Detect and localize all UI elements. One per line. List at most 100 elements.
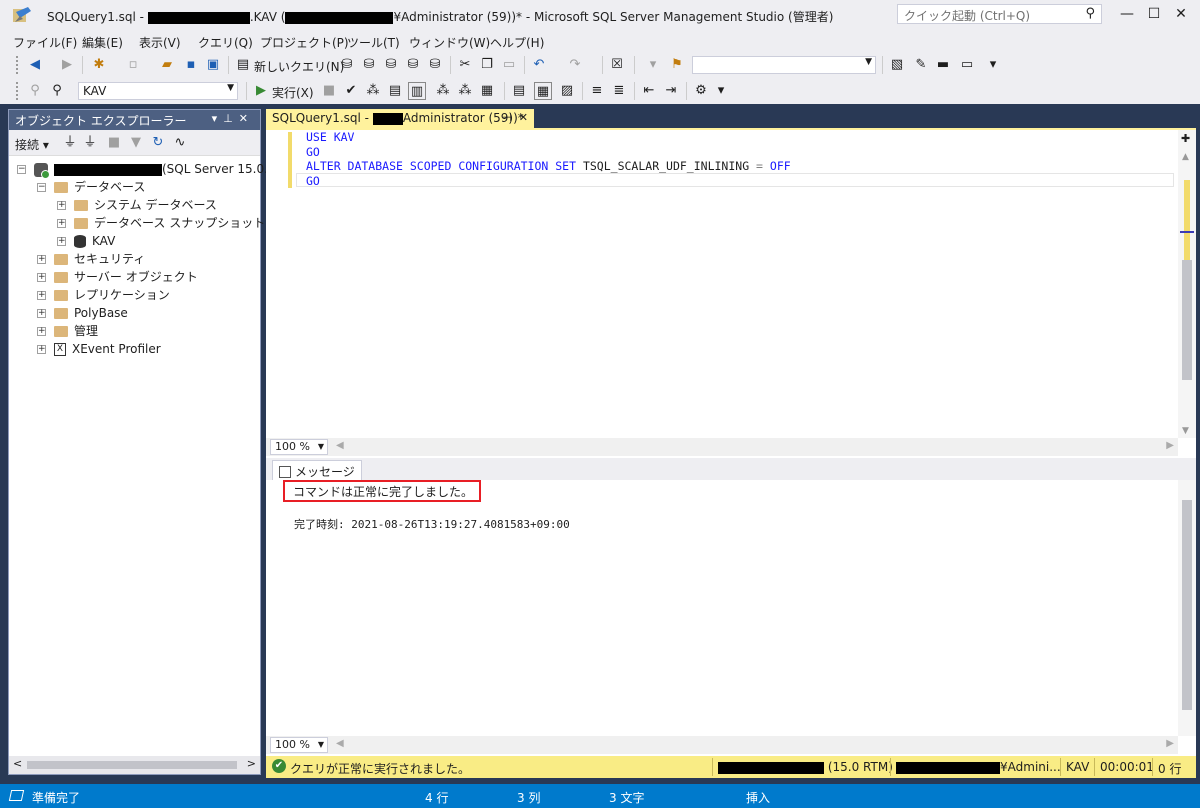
menu-view[interactable]: 表示(V) bbox=[139, 34, 181, 51]
menu-window[interactable]: ウィンドウ(W) bbox=[409, 34, 490, 51]
expand-icon[interactable]: + bbox=[57, 219, 66, 228]
open-file-icon[interactable]: ▰ bbox=[158, 56, 176, 74]
menu-project[interactable]: プロジェクト(P) bbox=[260, 34, 349, 51]
results-zoom-combo[interactable]: 100 % ▼ bbox=[270, 737, 328, 753]
stop-icon[interactable]: ■ bbox=[105, 134, 123, 152]
scroll-thumb[interactable] bbox=[1182, 260, 1192, 380]
scroll-left-icon[interactable]: ◀ bbox=[336, 738, 344, 749]
command-window-icon[interactable]: ▭ bbox=[958, 56, 976, 74]
tree-node-system-databases[interactable]: + システム データベース bbox=[57, 196, 217, 214]
menu-file[interactable]: ファイル(F) bbox=[13, 34, 77, 51]
results-to-file-icon[interactable]: ▨ bbox=[558, 82, 576, 100]
save-icon[interactable]: ▪ bbox=[182, 56, 200, 74]
tree-node-polybase[interactable]: + PolyBase bbox=[37, 304, 128, 322]
refresh-icon[interactable]: ↻ bbox=[149, 134, 167, 152]
filter-icon[interactable]: ▼ bbox=[127, 134, 145, 152]
tab-messages[interactable]: メッセージ bbox=[272, 460, 362, 480]
disconnect-icon[interactable]: ⏚ bbox=[81, 134, 99, 152]
tree-node-databases[interactable]: − データベース bbox=[37, 178, 145, 196]
menu-tools[interactable]: ツール(T) bbox=[347, 34, 400, 51]
connect-dropdown-button[interactable]: 接続 ▾ bbox=[15, 136, 49, 153]
tree-node-db-kav[interactable]: + KAV bbox=[57, 232, 115, 250]
expand-icon[interactable]: + bbox=[37, 255, 46, 264]
save-all-icon[interactable]: ▣ bbox=[204, 56, 222, 74]
scroll-left-icon[interactable]: ◀ bbox=[336, 440, 344, 451]
toolbar-grip[interactable] bbox=[16, 82, 20, 100]
close-button[interactable]: ✕ bbox=[1166, 4, 1196, 24]
pin-icon[interactable]: ⊣ bbox=[502, 111, 512, 124]
results-to-text-icon[interactable]: ▤ bbox=[510, 82, 528, 100]
maximize-button[interactable]: ☐ bbox=[1139, 4, 1169, 24]
new-project-icon[interactable]: ✱ bbox=[90, 56, 108, 74]
sql-code[interactable]: USE KAV GO ALTER DATABASE SCOPED CONFIGU… bbox=[306, 130, 791, 188]
scroll-left-icon[interactable]: < bbox=[13, 757, 22, 770]
find-icon[interactable]: ⚑ bbox=[668, 56, 686, 74]
scroll-right-icon[interactable]: ▶ bbox=[1166, 440, 1174, 451]
find-combo[interactable]: ▼ bbox=[692, 56, 876, 74]
scroll-up-icon[interactable]: ▲ bbox=[1182, 152, 1189, 162]
available-databases-combo[interactable]: KAV ▼ bbox=[78, 82, 238, 100]
sql-editor[interactable]: USE KAV GO ALTER DATABASE SCOPED CONFIGU… bbox=[266, 130, 1196, 438]
collapse-icon[interactable]: − bbox=[17, 165, 26, 174]
new-query-button[interactable]: 新しいクエリ(N) bbox=[254, 58, 344, 75]
mdx-query-icon[interactable]: ⛁ bbox=[360, 56, 378, 74]
new-query-icon[interactable]: ▤ bbox=[234, 56, 252, 74]
new-file-icon[interactable]: ▫ bbox=[124, 56, 142, 74]
tab-sqlquery1[interactable]: SQLQuery1.sql - Administrator (59))* ⊣ ✕ bbox=[266, 109, 534, 128]
comment-icon[interactable]: ≡ bbox=[588, 82, 606, 100]
paste-icon[interactable]: ▭ bbox=[500, 56, 518, 74]
toolbar-overflow-icon[interactable]: ▾ bbox=[984, 56, 1002, 74]
toolbar-overflow-icon[interactable]: ▾ bbox=[712, 82, 730, 100]
find-dropdown-icon[interactable]: ▾ bbox=[644, 56, 662, 74]
stop-icon[interactable]: ■ bbox=[320, 82, 338, 100]
activity-monitor-icon[interactable]: ☒ bbox=[608, 56, 626, 74]
minimize-button[interactable]: — bbox=[1112, 4, 1142, 24]
pin-icon[interactable]: ⊥ bbox=[223, 112, 239, 125]
tree-node-xevent-profiler[interactable]: + X XEvent Profiler bbox=[37, 340, 161, 358]
dmx-query-icon[interactable]: ⛁ bbox=[382, 56, 400, 74]
live-stats-icon[interactable]: ⁂ bbox=[456, 82, 474, 100]
expand-icon[interactable]: + bbox=[37, 345, 46, 354]
execute-button[interactable]: 実行(X) bbox=[272, 84, 314, 101]
menu-query[interactable]: クエリ(Q) bbox=[198, 34, 253, 51]
activity-icon[interactable]: ∿ bbox=[171, 134, 189, 152]
dax-query-icon[interactable]: ⛁ bbox=[426, 56, 444, 74]
tree-node-server-objects[interactable]: + サーバー オブジェクト bbox=[37, 268, 198, 286]
results-to-grid-icon[interactable]: ▦ bbox=[534, 82, 552, 100]
connect-icon[interactable]: ⚲ bbox=[26, 82, 44, 100]
uncomment-icon[interactable]: ≣ bbox=[610, 82, 628, 100]
quick-launch-input[interactable]: クイック起動 (Ctrl+Q) ⚲ bbox=[897, 4, 1102, 24]
xmla-query-icon[interactable]: ⛁ bbox=[404, 56, 422, 74]
redo-icon[interactable]: ↷ bbox=[566, 56, 584, 74]
scroll-right-icon[interactable]: > bbox=[247, 757, 256, 770]
cut-icon[interactable]: ✂ bbox=[456, 56, 474, 74]
close-tab-icon[interactable]: ✕ bbox=[519, 111, 528, 124]
scroll-down-icon[interactable]: ▼ bbox=[1182, 426, 1189, 436]
parse-check-icon[interactable]: ✔ bbox=[342, 82, 360, 100]
copy-icon[interactable]: ❐ bbox=[478, 56, 496, 74]
expand-icon[interactable]: + bbox=[37, 291, 46, 300]
query-options-icon[interactable]: ▤ bbox=[386, 82, 404, 100]
toolbox-icon[interactable]: ▬ bbox=[934, 56, 952, 74]
expand-icon[interactable]: + bbox=[57, 201, 66, 210]
tree-node-replication[interactable]: + レプリケーション bbox=[37, 286, 170, 304]
solution-explorer-icon[interactable]: ▧ bbox=[888, 56, 906, 74]
increase-indent-icon[interactable]: ⇥ bbox=[662, 82, 680, 100]
execute-icon[interactable]: ▶ bbox=[252, 82, 270, 100]
editor-zoom-combo[interactable]: 100 % ▼ bbox=[270, 439, 328, 455]
menu-help[interactable]: ヘルプ(H) bbox=[490, 34, 544, 51]
collapse-icon[interactable]: − bbox=[37, 183, 46, 192]
actual-plan-icon[interactable]: ⁂ bbox=[434, 82, 452, 100]
splitter-icon[interactable]: ✚ bbox=[1181, 132, 1190, 145]
messages-vscrollbar[interactable] bbox=[1178, 480, 1196, 736]
toolbar-grip[interactable] bbox=[16, 56, 20, 74]
client-stats-icon[interactable]: ▦ bbox=[478, 82, 496, 100]
properties-wrench-icon[interactable]: ✎ bbox=[912, 56, 930, 74]
change-connection-icon[interactable]: ⚲ bbox=[48, 82, 66, 100]
window-position-icon[interactable]: ▾ bbox=[212, 112, 224, 125]
estimated-plan-icon[interactable]: ⁂ bbox=[364, 82, 382, 100]
decrease-indent-icon[interactable]: ⇤ bbox=[640, 82, 658, 100]
scroll-thumb[interactable] bbox=[1182, 500, 1192, 710]
db-engine-query-icon[interactable]: ⛁ bbox=[338, 56, 356, 74]
menu-edit[interactable]: 編集(E) bbox=[82, 34, 123, 51]
